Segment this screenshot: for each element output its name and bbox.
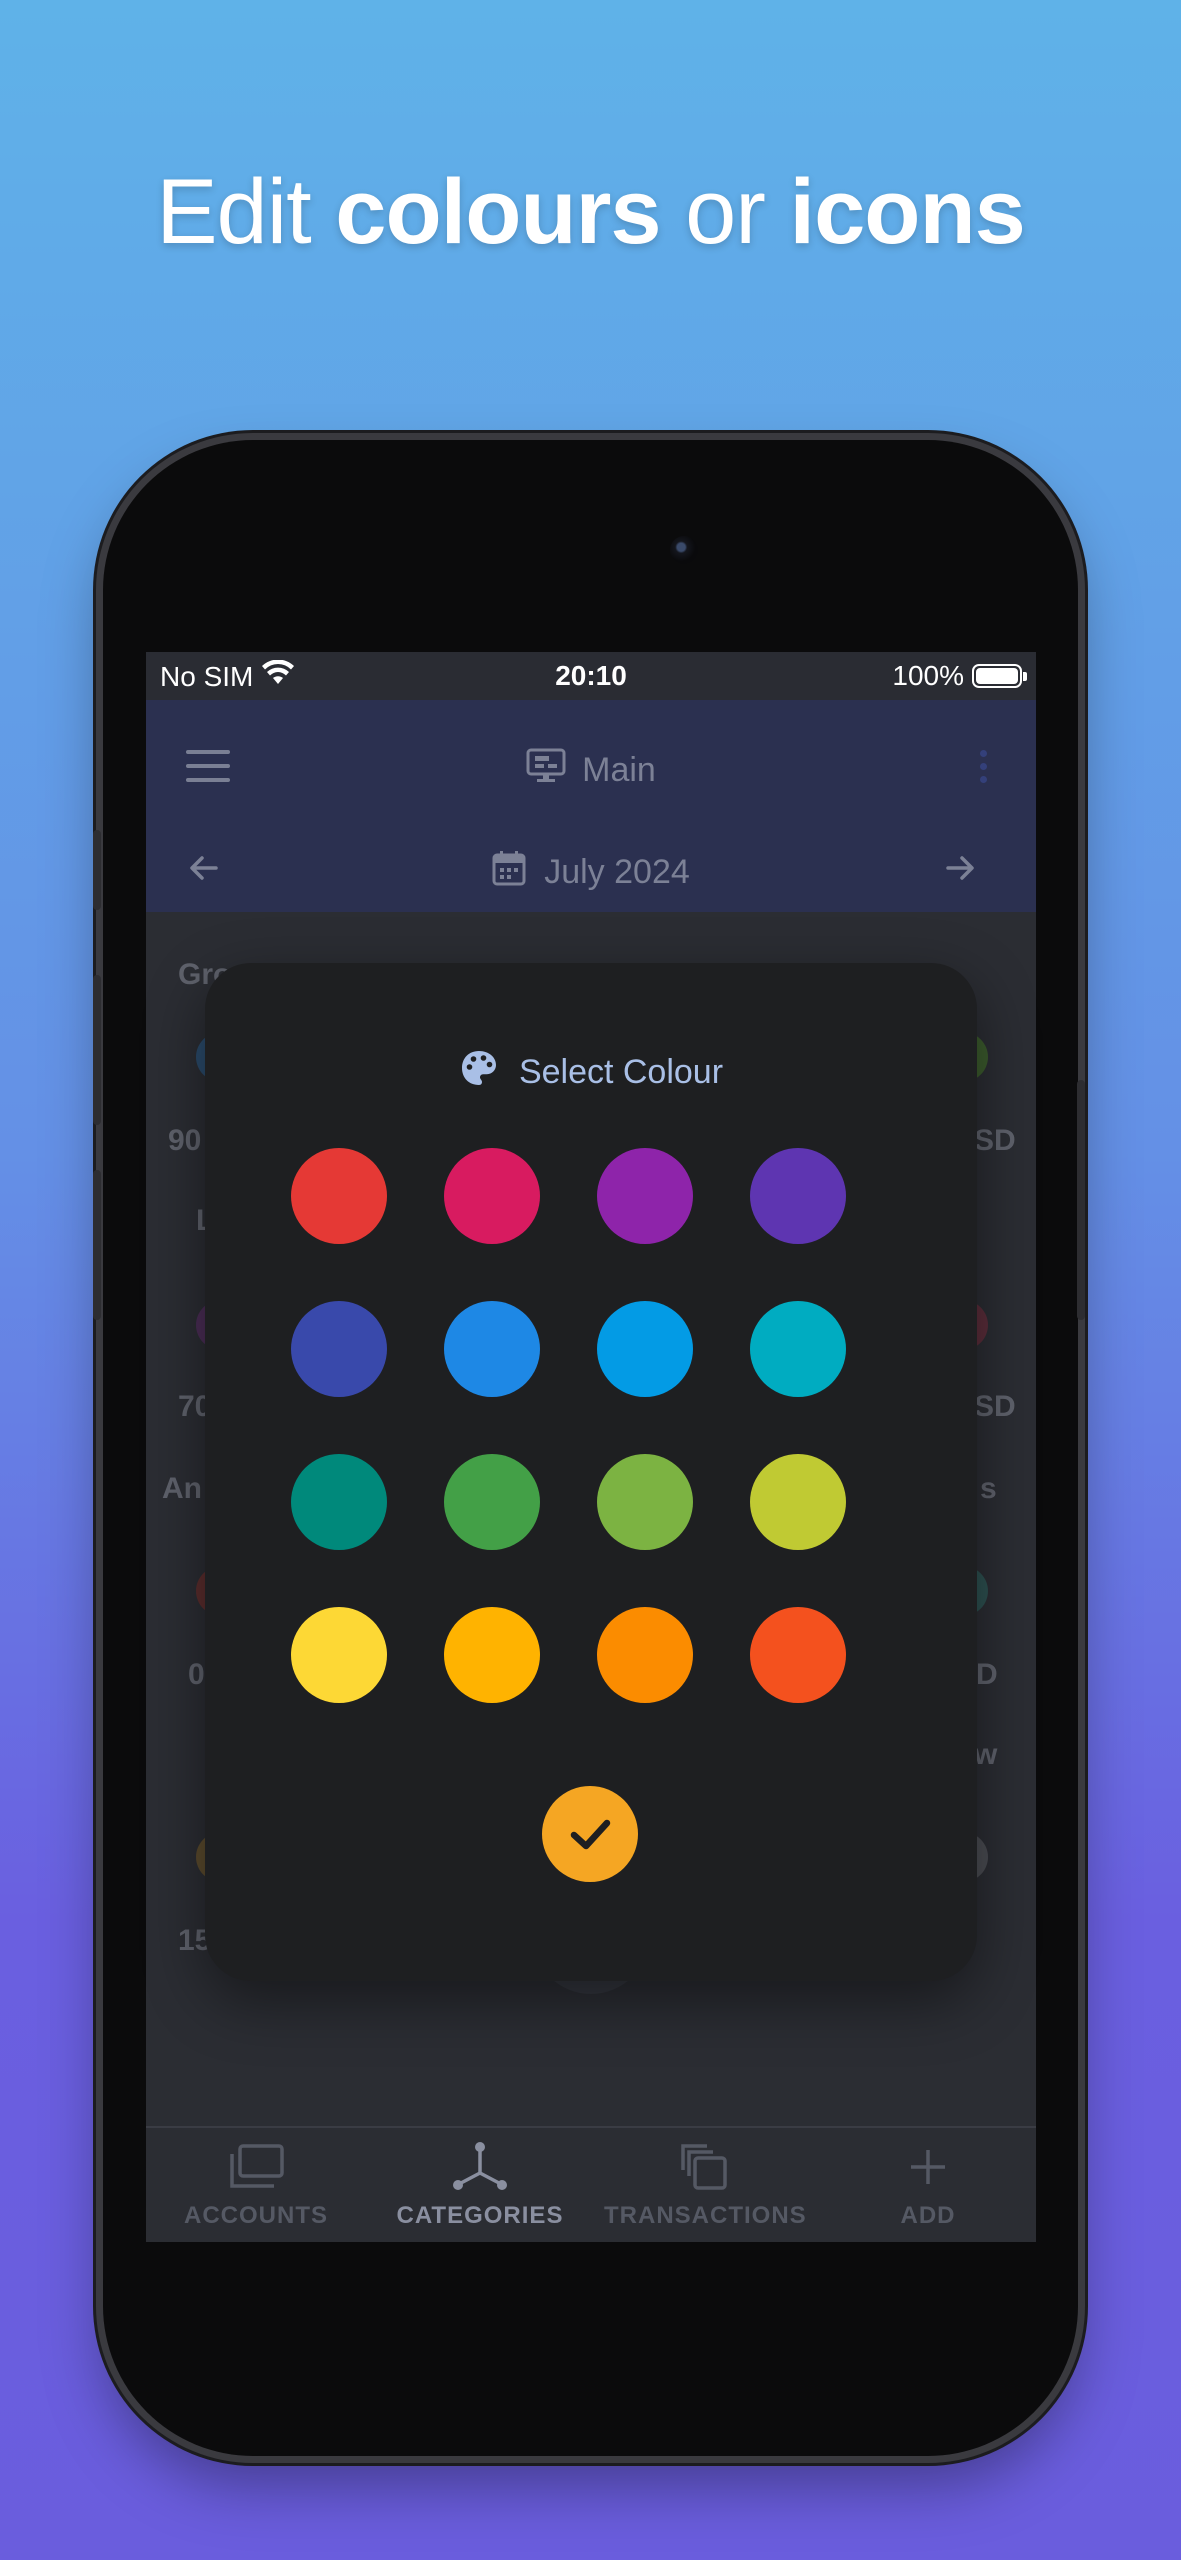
battery-percent: 100% [892, 660, 964, 691]
arrow-right-icon[interactable] [942, 850, 978, 895]
category-amount: SD [974, 1124, 1016, 1157]
bottom-navigation: ACCOUNTS CATEGORIES TRANSACTIONS ADD [146, 2126, 1036, 2242]
nav-accounts-label: ACCOUNTS [184, 2202, 328, 2229]
colour-swatch[interactable] [597, 1607, 693, 1703]
category-label: An [162, 1472, 202, 1505]
nav-add[interactable]: ADD [828, 2142, 1028, 2230]
power-button [1077, 1080, 1085, 1320]
accounts-icon [156, 2142, 356, 2192]
app-bar: Main July 2024 [146, 700, 1036, 912]
categories-icon [380, 2142, 580, 2192]
colour-swatch[interactable] [291, 1607, 387, 1703]
colour-swatch[interactable] [750, 1148, 846, 1244]
monitor-icon [526, 748, 566, 793]
promo-headline: Edit colours or icons [0, 160, 1181, 265]
dashboard-title: Main [582, 751, 656, 789]
month-selector[interactable]: July 2024 [146, 850, 1036, 895]
colour-swatch[interactable] [444, 1148, 540, 1244]
nav-accounts[interactable]: ACCOUNTS [156, 2142, 356, 2230]
dialog-title: Select Colour [518, 1053, 724, 1091]
transactions-icon [604, 2142, 804, 2192]
colour-swatch[interactable] [597, 1454, 693, 1550]
colour-swatch[interactable] [597, 1301, 693, 1397]
month-label: July 2024 [544, 853, 690, 891]
headline-pre: Edit [156, 161, 336, 263]
select-colour-dialog: Select Colour [205, 963, 977, 1981]
plus-icon [828, 2142, 1028, 2192]
colour-swatch[interactable] [750, 1454, 846, 1550]
category-amount: D [976, 1658, 998, 1691]
more-options-icon[interactable] [980, 750, 988, 789]
nav-categories[interactable]: CATEGORIES [380, 2142, 580, 2230]
colour-swatch[interactable] [597, 1148, 693, 1244]
headline-mid: or [660, 161, 790, 263]
battery-icon [972, 664, 1027, 688]
category-amount: 90 [168, 1124, 202, 1157]
dashboard-selector[interactable]: Main [146, 748, 1036, 793]
palette-icon [459, 1048, 499, 1097]
headline-bold-colours: colours [335, 161, 661, 263]
colour-swatch[interactable] [291, 1454, 387, 1550]
volume-down-button [93, 1170, 101, 1320]
colour-swatch[interactable] [750, 1301, 846, 1397]
colour-swatch[interactable] [291, 1301, 387, 1397]
headline-bold-icons: icons [789, 161, 1026, 263]
volume-up-button [93, 975, 101, 1125]
category-amount: 0 [188, 1658, 205, 1691]
colour-swatch[interactable] [444, 1454, 540, 1550]
colour-swatch[interactable] [291, 1148, 387, 1244]
category-label: s [980, 1472, 997, 1505]
nav-add-label: ADD [900, 2202, 956, 2229]
category-label: w [974, 1738, 998, 1771]
calendar-icon [492, 850, 526, 895]
front-camera [670, 536, 698, 564]
check-icon [570, 1819, 611, 1850]
confirm-button[interactable] [542, 1786, 638, 1882]
mute-switch [93, 830, 101, 910]
colour-swatch[interactable] [750, 1607, 846, 1703]
dialog-header: Select Colour [205, 1048, 977, 1097]
nav-transactions-label: TRANSACTIONS [604, 2202, 807, 2229]
colour-swatch[interactable] [444, 1607, 540, 1703]
nav-categories-label: CATEGORIES [396, 2202, 564, 2229]
status-bar: No SIM 20:10 100% [146, 652, 1036, 700]
nav-transactions[interactable]: TRANSACTIONS [604, 2142, 807, 2230]
colour-swatch[interactable] [444, 1301, 540, 1397]
category-amount: SD [974, 1390, 1016, 1423]
